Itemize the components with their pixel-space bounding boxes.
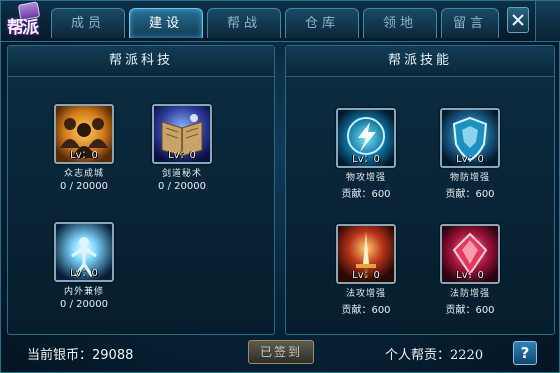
close-button[interactable] (507, 7, 529, 33)
fire-sword-icon: Lv：0 (336, 224, 396, 284)
personal-contribution: 个人帮贡：2220 (385, 344, 483, 363)
item-progress: 0 / 20000 (60, 181, 108, 192)
level-text: Lv：0 (168, 150, 196, 161)
tab-warehouse[interactable]: 仓库 (285, 8, 359, 38)
skill-item[interactable]: Lv：0 法攻增强 贡献：600 (336, 224, 400, 316)
item-name: 物攻增强 (345, 173, 386, 183)
contribution-value: 2220 (450, 348, 484, 363)
level-text: Lv：0 (70, 268, 98, 279)
tech-item[interactable]: Lv：0 剑道秘术 0 / 20000 (152, 104, 216, 192)
item-name: 内外兼修 (63, 287, 104, 297)
lightning-emblem-icon: Lv：0 (336, 108, 396, 168)
item-name: 法防增强 (449, 289, 490, 299)
contribution-label: 个人帮贡： (385, 348, 451, 363)
logo-text: 帮派 (7, 18, 39, 38)
item-cost: 贡献：600 (341, 189, 391, 200)
tab-messages[interactable]: 留言 (441, 8, 499, 38)
guild-skill-panel: 帮派技能 Lv：0 物攻增强 贡献：600 Lv：0 物防增强 贡献：600 L… (285, 45, 555, 335)
item-cost: 贡献：600 (445, 189, 495, 200)
panel-title: 帮派科技 (8, 46, 274, 77)
item-name: 剑道秘术 (161, 169, 202, 179)
item-cost: 贡献：600 (445, 305, 495, 316)
level-text: Lv：0 (352, 154, 380, 165)
silver-balance: 当前银币：29088 (27, 344, 133, 363)
item-name: 众志成城 (63, 169, 104, 179)
item-name: 法攻增强 (345, 289, 386, 299)
guild-tech-panel: 帮派科技 Lv：0 众志成城 0 / 20000 Lv：0 剑道秘术 0 / 2… (7, 45, 275, 335)
red-crystal-icon: Lv：0 (440, 224, 500, 284)
corner-ornament (535, 1, 560, 41)
tab-members[interactable]: 成员 (51, 8, 125, 38)
glowing-figure-icon: Lv：0 (54, 222, 114, 282)
close-x-icon (512, 14, 524, 26)
item-cost: 贡献：600 (341, 305, 391, 316)
skill-item[interactable]: Lv：0 物防增强 贡献：600 (440, 108, 504, 200)
crowd-silhouettes-icon: Lv：0 (54, 104, 114, 164)
guild-window: 帮派 成员 建设 帮战 仓库 领地 留言 帮派科技 Lv：0 众志成城 0 / … (0, 0, 560, 373)
spell-book-icon: Lv：0 (152, 104, 212, 164)
tab-construction[interactable]: 建设 (129, 8, 203, 38)
skill-item[interactable]: Lv：0 法防增强 贡献：600 (440, 224, 504, 316)
silver-value: 29088 (92, 348, 134, 363)
skill-item[interactable]: Lv：0 物攻增强 贡献：600 (336, 108, 400, 200)
help-button[interactable]: ? (513, 341, 537, 365)
tab-territory[interactable]: 领地 (363, 8, 437, 38)
top-bar: 帮派 成员 建设 帮战 仓库 领地 留言 (1, 1, 560, 42)
level-text: Lv：0 (456, 270, 484, 281)
level-text: Lv：0 (352, 270, 380, 281)
tab-guild-war[interactable]: 帮战 (207, 8, 281, 38)
shield-emblem-icon: Lv：0 (440, 108, 500, 168)
level-text: Lv：0 (456, 154, 484, 165)
item-name: 物防增强 (449, 173, 490, 183)
tech-item[interactable]: Lv：0 内外兼修 0 / 20000 (54, 222, 118, 310)
silver-label: 当前银币： (27, 348, 93, 363)
item-progress: 0 / 20000 (158, 181, 206, 192)
item-progress: 0 / 20000 (60, 299, 108, 310)
guild-logo: 帮派 (5, 1, 49, 39)
level-text: Lv：0 (70, 150, 98, 161)
tech-item[interactable]: Lv：0 众志成城 0 / 20000 (54, 104, 118, 192)
panel-title: 帮派技能 (286, 46, 554, 77)
signed-in-button[interactable]: 已签到 (248, 340, 314, 364)
